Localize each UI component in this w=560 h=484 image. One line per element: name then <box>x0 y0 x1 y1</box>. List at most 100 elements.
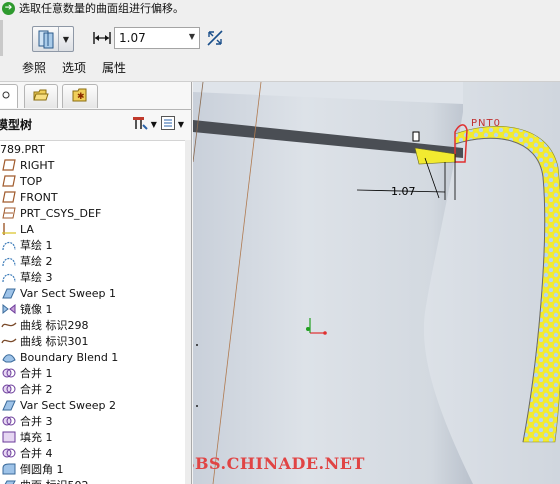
sketch-icon <box>1 238 17 252</box>
tab-model-tree[interactable] <box>0 84 18 108</box>
tree-item[interactable]: 合并 4 <box>0 445 186 461</box>
tree-item[interactable]: 草绘 1 <box>0 237 186 253</box>
merge-icon <box>1 446 17 460</box>
message-bar: ➔ 选取任意数量的曲面组进行偏移。 <box>2 0 184 16</box>
model-tree-tab-icon <box>0 89 12 104</box>
tree-item[interactable]: Var Sect Sweep 1 <box>0 285 186 301</box>
offset-distance-value: 1.07 <box>119 31 146 45</box>
drag-handle[interactable] <box>412 131 420 142</box>
tree-item[interactable]: 曲面 标识502 <box>0 477 186 484</box>
tree-item-label: 合并 1 <box>20 367 53 380</box>
tab-folder-browser[interactable] <box>24 84 58 108</box>
tree-item[interactable]: 草绘 3 <box>0 269 186 285</box>
tree-item[interactable]: 合并 1 <box>0 365 186 381</box>
tree-item[interactable]: 曲线 标识298 <box>0 317 186 333</box>
arrow-right-icon: ➔ <box>2 1 15 15</box>
dashboard-divider <box>0 20 3 56</box>
tree-item[interactable]: Boundary Blend 1 <box>0 349 186 365</box>
watermark: BBS.CHINADE.NET <box>193 454 365 473</box>
offset-dimension-label[interactable]: 1.07 <box>391 185 416 198</box>
offset-dashboard: ➔ 选取任意数量的曲面组进行偏移。 ▼ 1.07 ▼ 参照 选项 属性 <box>0 0 560 82</box>
dashboard-tabs: 参照 选项 属性 <box>22 59 126 76</box>
chevron-down-icon: ▼ <box>150 119 157 129</box>
model-tree-tools: ▼ ▼ <box>131 115 184 133</box>
tree-item[interactable]: RIGHT <box>0 157 186 173</box>
sketch-icon <box>1 254 17 268</box>
message-text: 选取任意数量的曲面组进行偏移。 <box>19 2 184 15</box>
distance-icon <box>92 30 112 46</box>
navigator-tabs: ✱ <box>0 84 192 110</box>
tree-item-label: 草绘 3 <box>20 271 53 284</box>
flip-direction-icon[interactable] <box>205 28 225 48</box>
merge-icon <box>1 366 17 380</box>
tree-item[interactable]: PRT_CSYS_DEF <box>0 205 186 221</box>
tree-item-label: 倒圆角 1 <box>20 463 64 476</box>
tree-filter-button[interactable]: ▼ <box>160 115 184 133</box>
datum-plane-icon <box>1 158 17 172</box>
tree-item-label: 合并 3 <box>20 415 53 428</box>
tree-item[interactable]: TOP <box>0 173 186 189</box>
tree-item-label: LA <box>20 222 34 236</box>
folder-browser-icon <box>32 87 50 106</box>
tree-item[interactable]: Var Sect Sweep 2 <box>0 397 186 413</box>
tab-options[interactable]: 选项 <box>62 59 86 76</box>
model-tree-title: 模型树 <box>0 117 33 132</box>
tree-item-label: 曲线 标识301 <box>20 335 89 348</box>
merge-icon <box>1 382 17 396</box>
tree-item[interactable]: 合并 3 <box>0 413 186 429</box>
sweep-icon <box>1 398 17 412</box>
graphics-viewport[interactable]: 1.07 PNT0 BBS.CHINADE.NET <box>193 82 560 484</box>
curve-icon <box>1 318 17 332</box>
tab-properties[interactable]: 属性 <box>102 59 126 76</box>
tree-item-label: 曲面 标识502 <box>20 477 89 484</box>
sweep-icon <box>1 286 17 300</box>
datum-axis-icon <box>1 222 17 236</box>
tree-item[interactable]: 镜像 1 <box>0 301 186 317</box>
csys-origin <box>306 327 310 331</box>
tree-item-label: 合并 2 <box>20 383 53 396</box>
tree-filter-icon <box>160 115 176 133</box>
round-icon <box>1 462 17 476</box>
tree-item-label: 789.PRT <box>0 142 45 156</box>
tree-item-label: TOP <box>20 174 43 188</box>
tree-item-label: Boundary Blend 1 <box>20 350 119 364</box>
tree-item-label: 合并 4 <box>20 447 53 460</box>
offset-type-button[interactable]: ▼ <box>32 26 74 52</box>
datum-plane-icon <box>1 190 17 204</box>
model-tree: 789.PRT RIGHT TOP FRONT PRT_CSYS_DEF LA 草绘 1 草绘… <box>0 140 186 484</box>
handle-surface <box>454 126 560 443</box>
model-tree-header: 模型树 ▼ ▼ <box>0 112 192 136</box>
tab-favorites[interactable]: ✱ <box>62 84 98 108</box>
svg-text:✱: ✱ <box>77 92 85 102</box>
tree-item[interactable]: 填充 1 <box>0 429 186 445</box>
datum-plane-icon <box>1 174 17 188</box>
tree-root[interactable]: 789.PRT <box>0 141 186 157</box>
boundary-blend-icon <box>1 350 17 364</box>
tree-item[interactable]: 草绘 2 <box>0 253 186 269</box>
chevron-down-icon[interactable]: ▼ <box>59 35 73 44</box>
tab-references[interactable]: 参照 <box>22 59 46 76</box>
merge-icon <box>1 414 17 428</box>
tree-item[interactable]: LA <box>0 221 186 237</box>
sketch-icon <box>1 270 17 284</box>
tree-item-label: Var Sect Sweep 2 <box>20 398 117 412</box>
tree-item-label: 草绘 1 <box>20 239 53 252</box>
coordinate-system-icon <box>1 206 17 220</box>
tree-item-label: FRONT <box>20 190 58 204</box>
navigator-panel: ✱ 模型树 ▼ ▼ 789.PRT RIGHT TOP FRONT PRT_CS… <box>0 82 192 484</box>
curve-icon <box>1 334 17 348</box>
model-geometry <box>193 82 560 484</box>
favorites-icon: ✱ <box>71 87 89 106</box>
fill-icon <box>1 430 17 444</box>
tree-item-label: 填充 1 <box>20 431 53 444</box>
model-tree-scrollbar[interactable] <box>185 140 191 484</box>
offset-distance-field[interactable]: 1.07 ▼ <box>114 27 200 49</box>
tree-item[interactable]: 合并 2 <box>0 381 186 397</box>
tree-item[interactable]: 曲线 标识301 <box>0 333 186 349</box>
chevron-down-icon[interactable]: ▼ <box>189 32 195 41</box>
tree-item-label: 镜像 1 <box>20 303 53 316</box>
tree-item[interactable]: 倒圆角 1 <box>0 461 186 477</box>
mirror-icon <box>1 302 17 316</box>
tree-settings-button[interactable]: ▼ <box>131 115 157 133</box>
tree-item[interactable]: FRONT <box>0 189 186 205</box>
